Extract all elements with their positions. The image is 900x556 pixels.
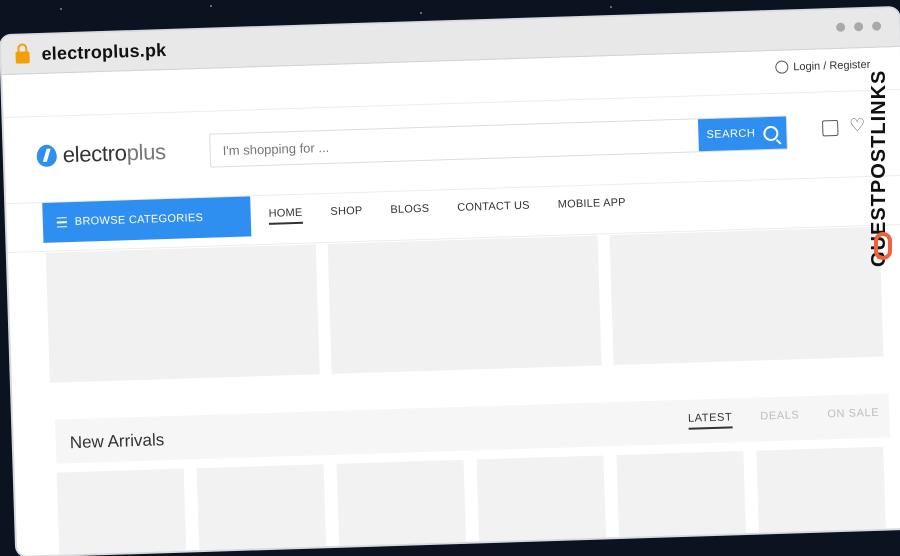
product-card-placeholder[interactable] [56,468,187,556]
product-card-placeholder[interactable] [476,455,607,550]
browse-categories-button[interactable]: BROWSE CATEGORIES [42,196,252,243]
section-title: New Arrivals [69,430,165,453]
window-dot-icon[interactable] [835,22,846,32]
search-button[interactable]: SEARCH [697,116,787,152]
lightning-drop-icon [36,144,58,168]
nav-link-blogs[interactable]: BLOGS [390,203,429,221]
login-register-link[interactable]: Login / Register [775,58,870,74]
site-logo[interactable]: electroplus [36,139,166,169]
search-input[interactable] [210,119,699,167]
product-row [56,446,899,556]
search-button-label: SEARCH [706,127,756,142]
window-dot-icon[interactable] [871,21,882,31]
product-card-placeholder[interactable] [616,451,747,545]
nav-links: HOME SHOP BLOGS CONTACT US MOBILE APP [268,197,626,225]
user-icon [775,60,789,74]
logo-text: electroplus [62,139,166,168]
browse-categories-label: BROWSE CATEGORIES [74,211,204,228]
section-tabs: LATEST DEALS ON SALE [687,407,880,430]
search-bar: SEARCH [209,115,788,168]
logo-text-main: electro [62,140,128,168]
tab-latest[interactable]: LATEST [687,411,733,430]
browser-window: electroplus.pk Login / Register electrop… [0,7,900,556]
screenshot-stage: electroplus.pk Login / Register electrop… [0,0,900,556]
tab-on-sale[interactable]: ON SALE [827,407,879,426]
product-card-placeholder[interactable] [336,459,467,554]
lock-icon [15,51,30,64]
product-card-placeholder[interactable] [196,464,327,556]
nav-link-contact-us[interactable]: CONTACT US [457,200,530,219]
menu-icon [56,217,67,228]
window-controls [835,21,882,32]
nav-link-mobile-app[interactable]: MOBILE APP [558,197,627,216]
tab-deals[interactable]: DEALS [760,409,800,427]
banner-placeholder[interactable] [609,226,884,366]
product-card-placeholder[interactable] [756,446,887,541]
banner-placeholder[interactable] [327,235,602,374]
banner-placeholder[interactable] [45,244,320,383]
cart-icon[interactable] [822,119,839,137]
window-dot-icon[interactable] [853,22,864,32]
link-chain-icon [874,232,892,260]
address-bar-url[interactable]: electroplus.pk [41,39,166,64]
search-icon [763,125,779,141]
logo-text-accent: plus [126,139,167,166]
nav-link-shop[interactable]: SHOP [330,205,363,223]
nav-link-home[interactable]: HOME [268,206,303,225]
banner-row [45,226,890,383]
